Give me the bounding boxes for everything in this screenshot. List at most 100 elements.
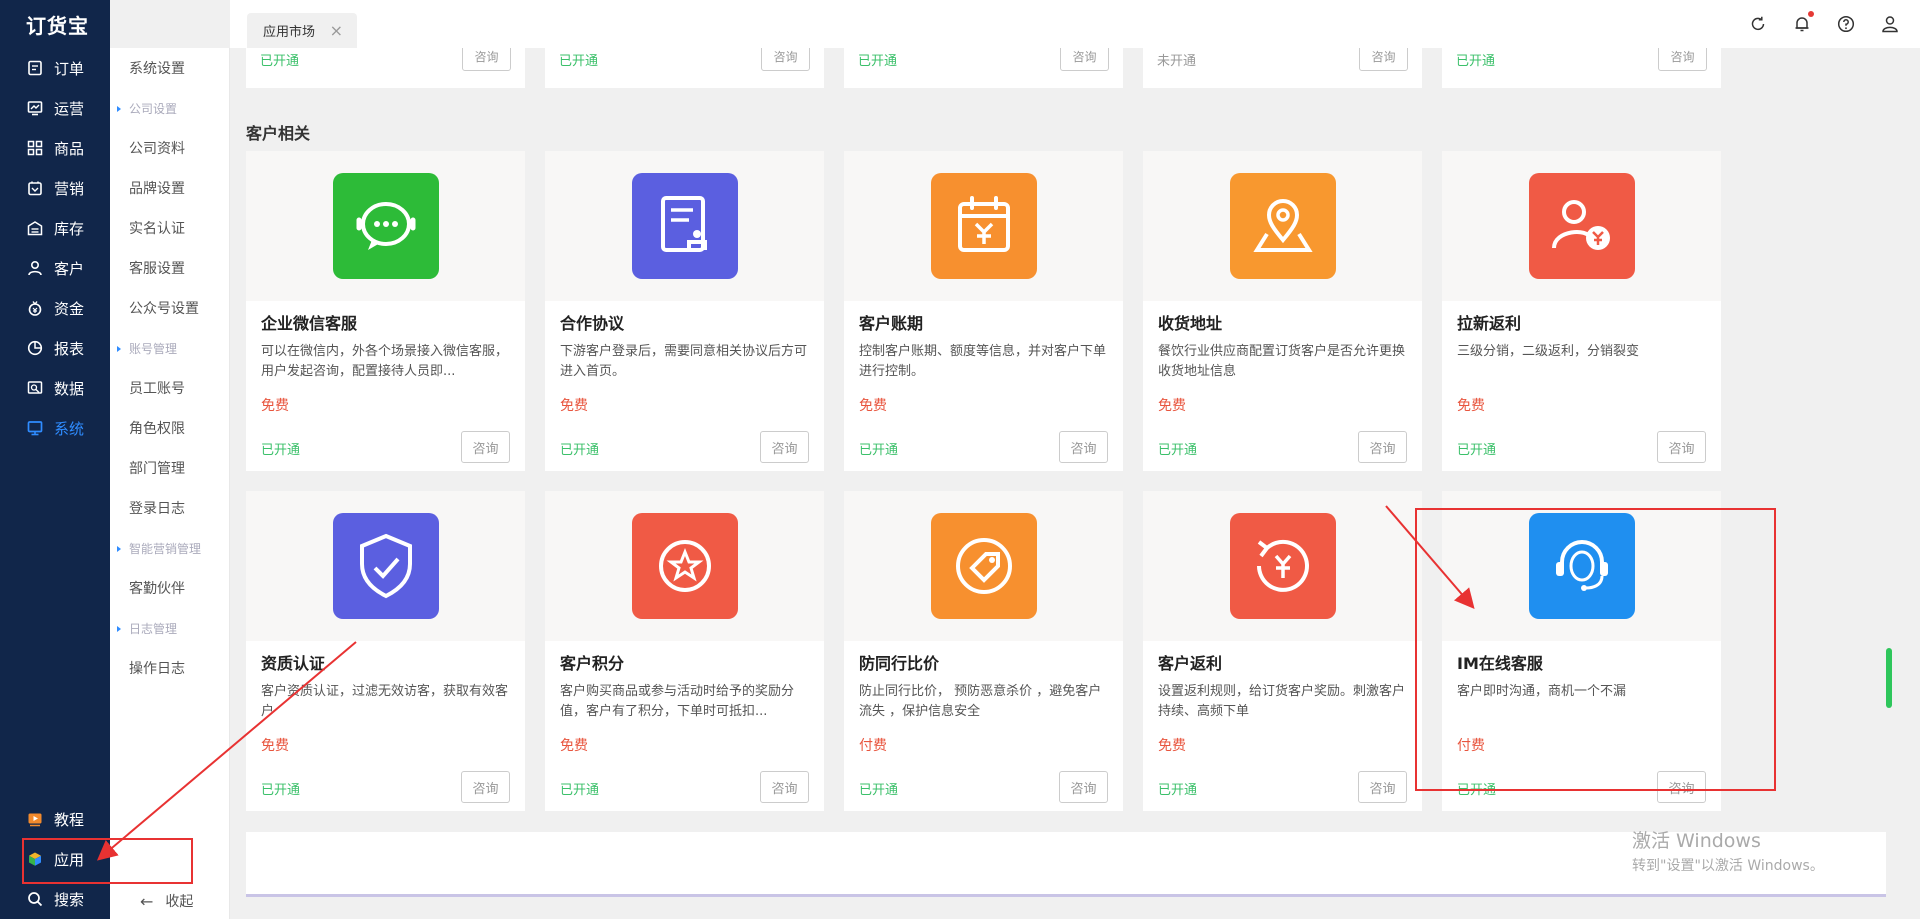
vertical-scrollbar[interactable] [1886, 648, 1892, 708]
close-icon[interactable]: × [330, 21, 343, 40]
app-desc: 三级分销，二级返利，分销裂变 [1457, 344, 1640, 359]
app-card-referral-rebate[interactable]: 拉新返利 三级分销，二级返利，分销裂变 免费 已开通 咨询 [1442, 151, 1721, 471]
submenu-group[interactable]: 日志管理 [110, 608, 229, 648]
nav-label: 订单 [54, 59, 85, 78]
nav-item-report[interactable]: 报表 [0, 328, 110, 368]
consult-button[interactable]: 咨询 [461, 431, 510, 463]
app-desc: 下游客户登录后，需要同意相关协议后方可进入首页。 [560, 344, 808, 379]
app-card-customer-credit[interactable]: 客户账期 控制客户账期、额度等信息，并对客户下单进行控制。 免费 已开通 咨询 [844, 151, 1123, 471]
consult-button[interactable]: 咨询 [760, 771, 809, 803]
app-card-partial[interactable]: 已开通 咨询 [844, 48, 1123, 88]
app-card-customer-rebate[interactable]: 客户返利 设置返利规则，给订货客户奖励。刺激客户持续、高频下单 免费 已开通 咨… [1143, 491, 1422, 811]
app-status: 已开通 [261, 783, 301, 798]
submenu-item[interactable]: 客服设置 [110, 248, 229, 288]
nav-item-operation[interactable]: 运营 [0, 88, 110, 128]
consult-button[interactable]: 咨询 [761, 48, 810, 71]
consult-button[interactable]: 咨询 [1059, 771, 1108, 803]
app-card-customer-points[interactable]: 客户积分 客户购买商品或参与活动时给予的奖励分值，客户有了积分，下单时可抵扣..… [545, 491, 824, 811]
help-icon[interactable] [1836, 14, 1856, 34]
submenu-item[interactable]: 角色权限 [110, 408, 229, 448]
nav-item-marketing[interactable]: 营销 [0, 168, 110, 208]
nav-label: 教程 [54, 810, 85, 829]
card-image [1143, 151, 1422, 301]
submenu-group[interactable]: 账号管理 [110, 328, 229, 368]
app-card-qualification[interactable]: 资质认证 客户资质认证，过滤无效访客，获取有效客户 免费 已开通 咨询 [246, 491, 525, 811]
app-price: 免费 [1158, 398, 1186, 414]
app-name: 资质认证 [261, 654, 326, 673]
card-image [844, 151, 1123, 301]
submenu-item[interactable]: 品牌设置 [110, 168, 229, 208]
nav-label: 商品 [54, 139, 85, 158]
nav-label: 营销 [54, 179, 85, 198]
consult-button[interactable]: 咨询 [461, 771, 510, 803]
card-image [844, 491, 1123, 641]
nav-item-goods[interactable]: 商品 [0, 128, 110, 168]
nav-item-search[interactable]: 搜索 [0, 879, 110, 919]
collapse-button[interactable]: ← 收起 [140, 891, 193, 911]
bell-icon[interactable] [1792, 11, 1814, 34]
refresh-icon[interactable] [1748, 14, 1768, 34]
consult-button[interactable]: 咨询 [1658, 48, 1707, 71]
app-card-partial[interactable]: 已开通 咨询 [1442, 48, 1721, 88]
submenu-item[interactable]: 公司资料 [110, 128, 229, 168]
app-card-wecom-service[interactable]: 企业微信客服 可以在微信内，外各个场景接入微信客服，用户发起咨询，配置接待人员即… [246, 151, 525, 471]
nav-item-money[interactable]: 资金 [0, 288, 110, 328]
calendar-yuan-icon [930, 173, 1037, 279]
consult-button[interactable]: 咨询 [1359, 48, 1408, 71]
app-name: 拉新返利 [1457, 314, 1522, 333]
consult-button[interactable]: 咨询 [1060, 48, 1109, 71]
status: 已开通 [559, 54, 599, 69]
nav-item-warehouse[interactable]: 库存 [0, 208, 110, 248]
nav-item-customer[interactable]: 客户 [0, 248, 110, 288]
tab-app-market[interactable]: 应用市场 × [247, 13, 357, 48]
submenu-item[interactable]: 系统设置 [110, 48, 229, 88]
submenu-item[interactable]: 实名认证 [110, 208, 229, 248]
app-price: 付费 [859, 738, 887, 754]
wechat-service-icon [332, 173, 439, 279]
app-card-cooperation-agreement[interactable]: 合作协议 下游客户登录后，需要同意相关协议后方可进入首页。 免费 已开通 咨询 [545, 151, 824, 471]
app-status: 已开通 [859, 443, 899, 458]
app-status: 已开通 [560, 443, 600, 458]
user-icon[interactable] [1880, 14, 1900, 34]
notification-dot [1808, 11, 1814, 17]
nav-item-order[interactable]: 订单 [0, 48, 110, 88]
marketing-icon [26, 179, 44, 197]
tab-label: 应用市场 [263, 25, 316, 40]
app-card-partial[interactable]: 未开通 咨询 [1143, 48, 1422, 88]
warehouse-icon [26, 219, 44, 237]
submenu-group[interactable]: 智能营销管理 [110, 528, 229, 568]
horizontal-scrollbar[interactable] [246, 894, 1886, 897]
system-icon [26, 419, 44, 437]
submenu-item[interactable]: 员工账号 [110, 368, 229, 408]
main-nav: 订货宝 订单 运营 商品 营销 库存 客户 资金 报表 数据 系统 教程 应用 … [0, 0, 110, 919]
app-desc: 客户购买商品或参与活动时给予的奖励分值，客户有了积分，下单时可抵扣... [560, 684, 795, 719]
app-card-partial[interactable]: 已开通 咨询 [545, 48, 824, 88]
submenu-item[interactable]: 公众号设置 [110, 288, 229, 328]
consult-button[interactable]: 咨询 [1358, 771, 1407, 803]
submenu-item[interactable]: 操作日志 [110, 648, 229, 688]
app-card-anti-price-compare[interactable]: 防同行比价 防止同行比价， 预防恶意杀价 ，避免客户流失 ，保护信息安全 付费 … [844, 491, 1123, 811]
shield-check-icon [332, 513, 439, 619]
nav-label: 搜索 [54, 890, 85, 909]
nav-item-data[interactable]: 数据 [0, 368, 110, 408]
app-card-partial[interactable]: 已开通 咨询 [246, 48, 525, 88]
app-status: 已开通 [261, 443, 301, 458]
consult-button[interactable]: 咨询 [760, 431, 809, 463]
highlight-box-app [22, 838, 193, 884]
submenu-group[interactable]: 公司设置 [110, 88, 229, 128]
app-desc: 可以在微信内，外各个场景接入微信客服，用户发起咨询，配置接待人员即... [261, 344, 509, 379]
submenu-item[interactable]: 客勤伙伴 [110, 568, 229, 608]
submenu-item[interactable]: 登录日志 [110, 488, 229, 528]
consult-button[interactable]: 咨询 [1059, 431, 1108, 463]
app-card-shipping-address[interactable]: 收货地址 餐饮行业供应商配置订货客户是否允许更换收货地址信息 免费 已开通 咨询 [1143, 151, 1422, 471]
consult-button[interactable]: 咨询 [1657, 431, 1706, 463]
submenu-item[interactable]: 部门管理 [110, 448, 229, 488]
app-name: 客户账期 [859, 314, 924, 333]
nav-item-tutorial[interactable]: 教程 [0, 799, 110, 839]
consult-button[interactable]: 咨询 [1358, 431, 1407, 463]
consult-button[interactable]: 咨询 [462, 48, 511, 71]
money-icon [26, 299, 44, 317]
app-desc: 控制客户账期、额度等信息，并对客户下单进行控制。 [859, 344, 1107, 379]
user-yuan-icon [1528, 173, 1635, 279]
nav-item-system[interactable]: 系统 [0, 408, 110, 448]
